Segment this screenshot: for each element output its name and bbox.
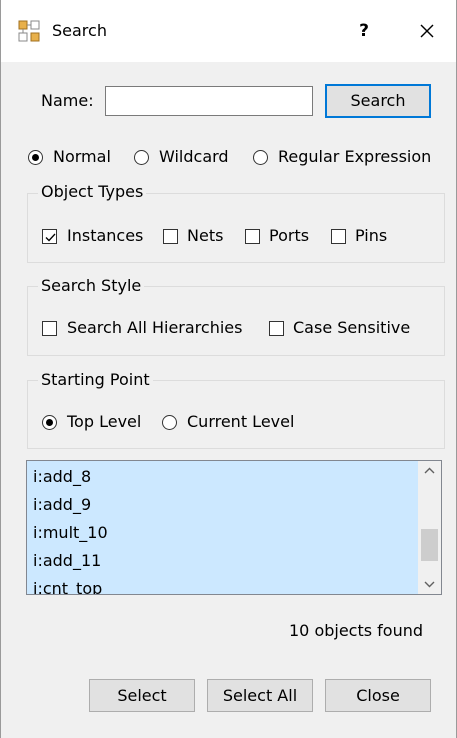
search-button[interactable]: Search	[325, 84, 431, 118]
search-dialog: Search ? Name: Search Normal Wildcard Re…	[0, 0, 457, 738]
checkbox-ports-label: Ports	[269, 226, 310, 245]
radio-wildcard-label: Wildcard	[159, 147, 229, 166]
checkbox-search-all-hierarchies[interactable]	[42, 321, 57, 336]
checkbox-search-all-hierarchies-label: Search All Hierarchies	[67, 318, 243, 337]
search-style-title: Search Style	[38, 276, 145, 295]
radio-top-level[interactable]	[42, 415, 57, 430]
radio-regular-expression-label: Regular Expression	[278, 147, 432, 166]
close-icon[interactable]	[413, 17, 441, 45]
radio-current-level-label: Current Level	[187, 412, 295, 431]
app-icon	[18, 20, 40, 42]
object-types-title: Object Types	[38, 182, 147, 201]
radio-top-level-label: Top Level	[67, 412, 142, 431]
name-label: Name:	[41, 91, 94, 110]
radio-wildcard[interactable]	[134, 150, 149, 165]
window-title: Search	[52, 21, 107, 40]
results-list[interactable]: i:add_8 i:add_9 i:mult_10 i:add_11 i:cnt…	[26, 460, 442, 595]
checkbox-instances-label: Instances	[67, 226, 144, 245]
checkbox-nets-label: Nets	[187, 226, 224, 245]
checkbox-case-sensitive-label: Case Sensitive	[293, 318, 411, 337]
scroll-down-icon[interactable]	[418, 574, 441, 594]
scrollbar-thumb[interactable]	[421, 529, 438, 561]
vertical-scrollbar[interactable]	[418, 461, 441, 594]
radio-current-level[interactable]	[162, 415, 177, 430]
starting-point-title: Starting Point	[38, 370, 153, 389]
checkbox-case-sensitive[interactable]	[269, 321, 284, 336]
objects-found-status: 10 objects found	[289, 621, 424, 640]
help-button[interactable]: ?	[351, 18, 377, 44]
title-bar: Search ?	[1, 0, 456, 62]
list-item[interactable]: i:add_8	[33, 467, 91, 486]
list-item[interactable]: i:mult_10	[33, 523, 108, 542]
radio-regular-expression[interactable]	[253, 150, 268, 165]
radio-normal-label: Normal	[53, 147, 111, 166]
checkbox-nets[interactable]	[163, 229, 178, 244]
select-all-button[interactable]: Select All	[207, 679, 313, 712]
checkmark-icon	[45, 233, 56, 242]
scroll-up-icon[interactable]	[418, 461, 441, 481]
close-button[interactable]: Close	[325, 679, 431, 712]
checkbox-ports[interactable]	[245, 229, 260, 244]
checkbox-pins-label: Pins	[355, 226, 388, 245]
results-items: i:add_8 i:add_9 i:mult_10 i:add_11 i:cnt…	[27, 461, 418, 594]
name-input[interactable]	[105, 86, 313, 116]
list-item[interactable]: i:cnt_top	[33, 579, 102, 594]
checkbox-instances[interactable]	[42, 229, 57, 244]
checkbox-pins[interactable]	[331, 229, 346, 244]
select-button[interactable]: Select	[89, 679, 195, 712]
list-item[interactable]: i:add_9	[33, 495, 91, 514]
radio-normal[interactable]	[28, 150, 43, 165]
list-item[interactable]: i:add_11	[33, 551, 101, 570]
